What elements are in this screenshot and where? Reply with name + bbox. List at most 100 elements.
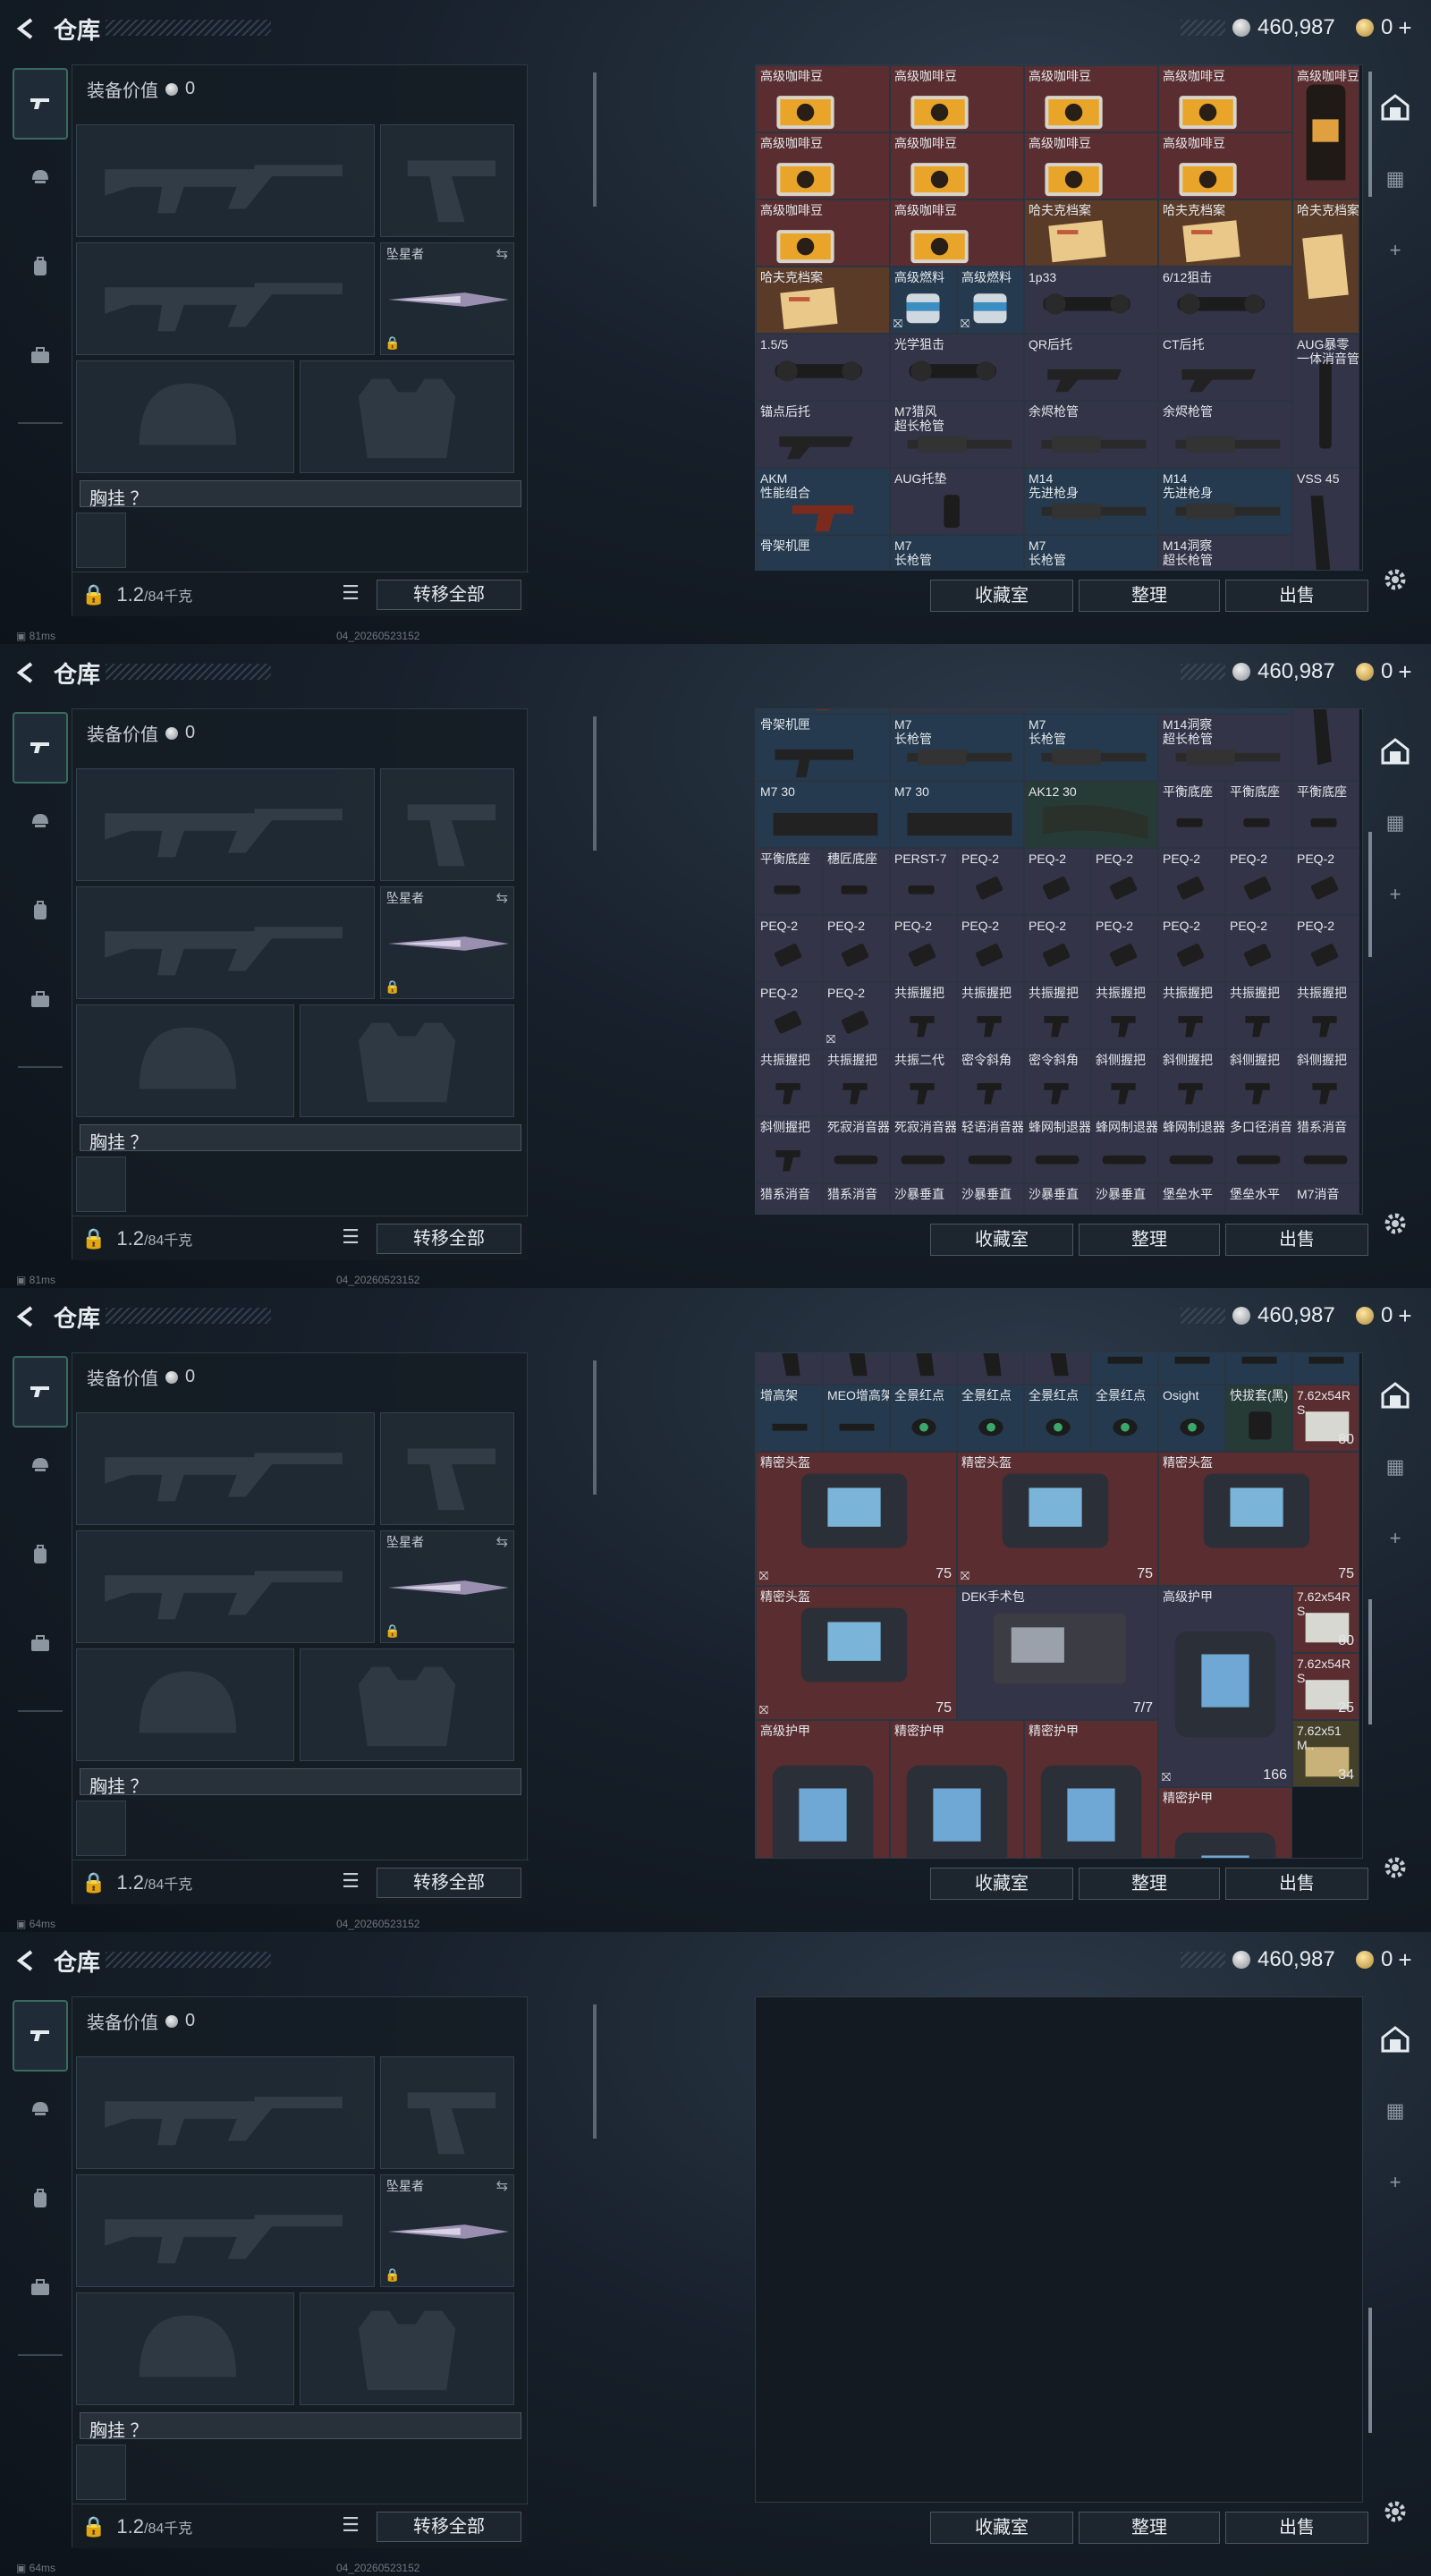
sell-button[interactable]: 出售 bbox=[1225, 580, 1368, 612]
inventory-item[interactable]: 高级咖啡豆 bbox=[1158, 132, 1292, 199]
armor-slot[interactable] bbox=[300, 1004, 514, 1117]
secondary-weapon-slot[interactable] bbox=[76, 242, 375, 355]
inventory-item[interactable]: 沙暴垂直 bbox=[1024, 1183, 1091, 1214]
melee-slot[interactable]: 坠星者 ⇆ 🔒 bbox=[380, 1530, 514, 1643]
inventory-item[interactable]: CT后托 bbox=[1158, 334, 1292, 401]
stash-scrollbar[interactable] bbox=[1368, 832, 1372, 957]
inventory-item[interactable]: 1p33 bbox=[1024, 267, 1158, 334]
inventory-item[interactable]: M14洞察 超长枪管 bbox=[1158, 535, 1292, 570]
rig-item-slot[interactable] bbox=[76, 1157, 126, 1212]
collection-button[interactable]: 收藏室 bbox=[930, 580, 1073, 612]
inventory-item[interactable]: PEQ-2 bbox=[890, 915, 957, 982]
inventory-item[interactable]: 哈夫克档案 bbox=[1024, 199, 1158, 267]
melee-slot[interactable]: 坠星者 ⇆ 🔒 bbox=[380, 2174, 514, 2287]
inventory-item[interactable]: 全景红点 bbox=[890, 1385, 957, 1452]
inventory-item[interactable]: PEQ-2 bbox=[1225, 848, 1292, 915]
inventory-item[interactable]: 共振握把 bbox=[890, 982, 957, 1049]
nav-armor[interactable] bbox=[13, 2082, 68, 2136]
inventory-item[interactable]: 锚点后托 bbox=[756, 401, 890, 468]
inventory-item[interactable]: AR 重塔握把 bbox=[890, 1353, 957, 1385]
inventory-item[interactable]: PEQ-2 bbox=[1158, 915, 1225, 982]
loadout-scrollbar[interactable] bbox=[593, 716, 597, 851]
inventory-item[interactable]: 蜂网制退器 bbox=[1091, 1116, 1158, 1183]
inventory-item[interactable]: 平衡底座 bbox=[1225, 781, 1292, 848]
list-view-button[interactable]: ☰ bbox=[337, 1225, 364, 1252]
inventory-item[interactable]: M7 长枪管 bbox=[1024, 714, 1158, 781]
chest-rig-slot[interactable]: 胸挂 ？ bbox=[80, 480, 521, 509]
inventory-item[interactable]: M7 长枪管 bbox=[890, 535, 1024, 570]
inventory-item[interactable]: 死寂消音器 bbox=[823, 1116, 890, 1183]
inventory-item[interactable]: AUG托垫 bbox=[890, 468, 1024, 535]
primary-weapon-slot[interactable] bbox=[76, 1412, 375, 1525]
inventory-item[interactable]: 沙暴垂直 bbox=[1091, 1183, 1158, 1214]
inventory-item[interactable]: 哈夫克档案 bbox=[756, 267, 890, 334]
inventory-item[interactable]: 高级咖啡豆 bbox=[756, 132, 890, 199]
inventory-item[interactable]: PEQ-2 bbox=[957, 848, 1024, 915]
inventory-item[interactable]: 全景红点 bbox=[1024, 1385, 1091, 1452]
inventory-item[interactable]: 轻语消音器 bbox=[957, 1116, 1024, 1183]
gold-display[interactable]: 0 + bbox=[1356, 657, 1412, 687]
add-gold-button[interactable]: + bbox=[1398, 658, 1411, 686]
secondary-weapon-slot[interactable] bbox=[76, 886, 375, 999]
transfer-all-button[interactable]: 转移全部 bbox=[377, 580, 521, 610]
inventory-item[interactable]: 1.5/5 bbox=[756, 334, 890, 401]
inventory-item[interactable]: PEQ-2 bbox=[1024, 915, 1091, 982]
inventory-item[interactable]: 7.62x54R S.. 80 bbox=[1292, 1586, 1359, 1653]
inventory-item[interactable]: PEQ-2 bbox=[1225, 915, 1292, 982]
inventory-item[interactable]: M7 长枪管 bbox=[890, 714, 1024, 781]
nav-cases[interactable] bbox=[13, 973, 68, 1027]
inventory-item[interactable]: AK12 30 bbox=[1024, 781, 1158, 848]
inventory-item[interactable]: 高级咖啡豆 bbox=[1158, 65, 1292, 132]
melee-slot[interactable]: 坠星者 ⇆ 🔒 bbox=[380, 242, 514, 355]
transfer-all-button[interactable]: 转移全部 bbox=[377, 2512, 521, 2542]
sort-button[interactable]: 整理 bbox=[1079, 580, 1220, 612]
settings-button[interactable] bbox=[1379, 2496, 1411, 2528]
collection-button[interactable]: 收藏室 bbox=[930, 2512, 1073, 2544]
nav-backpack[interactable] bbox=[13, 240, 68, 293]
inventory-item[interactable]: 蜂网制退器 bbox=[1024, 1116, 1091, 1183]
rig-item-slot[interactable] bbox=[76, 513, 126, 568]
inventory-item[interactable]: PEQ-2 bbox=[957, 915, 1024, 982]
inventory-item[interactable]: 沙暴垂直 bbox=[890, 1183, 957, 1214]
loadout-scrollbar[interactable] bbox=[593, 72, 597, 207]
inventory-item[interactable]: 兵锋握把 bbox=[823, 1353, 890, 1385]
transfer-all-button[interactable]: 转移全部 bbox=[377, 1224, 521, 1254]
sort-button[interactable]: 整理 bbox=[1079, 1224, 1220, 1256]
inventory-item[interactable]: 高级咖啡豆 bbox=[1024, 132, 1158, 199]
nav-weapons[interactable] bbox=[13, 1356, 68, 1428]
inventory-item[interactable]: 猎系消音 bbox=[823, 1183, 890, 1214]
inventory-item[interactable]: 穗匠底座 bbox=[823, 848, 890, 915]
back-button[interactable] bbox=[13, 15, 39, 42]
pistol-slot[interactable] bbox=[380, 1412, 514, 1525]
transfer-all-button[interactable]: 转移全部 bbox=[377, 1868, 521, 1898]
inventory-item[interactable]: 骨架机匣 bbox=[756, 714, 890, 781]
list-view-button[interactable]: ☰ bbox=[337, 2513, 364, 2540]
inventory-item[interactable]: 精密护甲 bbox=[1158, 1787, 1292, 1858]
inventory-item[interactable]: M14洞察 超长枪管 bbox=[1158, 714, 1292, 781]
back-button[interactable] bbox=[13, 1947, 39, 1974]
inventory-item[interactable]: 7.62x51 M.. 34 bbox=[1292, 1720, 1359, 1787]
nav-storage[interactable]: ▦ bbox=[1377, 2093, 1413, 2129]
inventory-item[interactable]: 增高架 bbox=[756, 1385, 823, 1452]
inventory-item[interactable]: 精密头盔 75 ⛝ bbox=[756, 1452, 957, 1586]
inventory-item[interactable]: 余烬枪管 bbox=[1024, 401, 1158, 468]
nav-cases[interactable] bbox=[13, 2261, 68, 2315]
sell-button[interactable]: 出售 bbox=[1225, 2512, 1368, 2544]
inventory-item[interactable]: 共振二代 bbox=[890, 1049, 957, 1116]
nav-backpack[interactable] bbox=[13, 2172, 68, 2225]
sell-button[interactable]: 出售 bbox=[1225, 1224, 1368, 1256]
inventory-item[interactable]: MEO增高架 bbox=[823, 1385, 890, 1452]
add-tab-button[interactable]: + bbox=[1377, 877, 1413, 912]
settings-button[interactable] bbox=[1379, 1208, 1411, 1240]
inventory-item[interactable]: M14 先进枪身 bbox=[1158, 468, 1292, 535]
inventory-item[interactable]: 哈夫克档案 bbox=[1292, 199, 1359, 334]
inventory-item[interactable]: PEQ-2 bbox=[1091, 915, 1158, 982]
rig-item-slot[interactable] bbox=[76, 2445, 126, 2500]
inventory-item[interactable]: PEQ-2 bbox=[1292, 848, 1359, 915]
inventory-item[interactable]: AUG暴零 一体消音管 bbox=[1292, 334, 1359, 468]
inventory-item[interactable]: 快拔套(黑) bbox=[1225, 1385, 1292, 1452]
inventory-item[interactable]: 精密头盔 75 ⛝ bbox=[957, 1452, 1158, 1586]
armor-slot[interactable] bbox=[300, 1648, 514, 1761]
nav-vault[interactable] bbox=[1377, 89, 1413, 125]
inventory-item[interactable]: PEQ-2 bbox=[756, 915, 823, 982]
